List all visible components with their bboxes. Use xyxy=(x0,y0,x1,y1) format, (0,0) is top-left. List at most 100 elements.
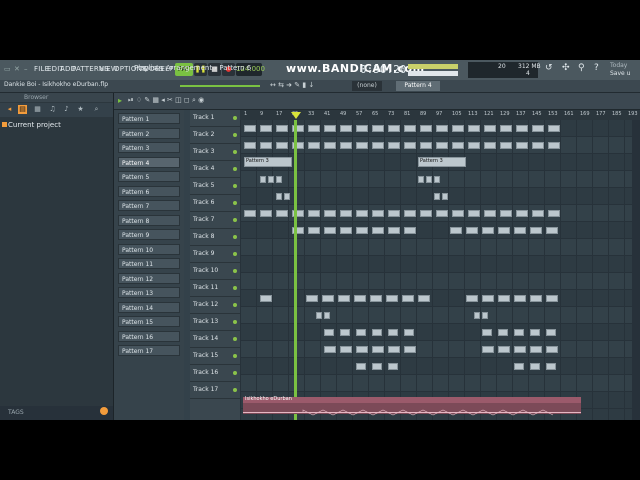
pattern-clip[interactable] xyxy=(388,346,400,353)
pattern-clip[interactable] xyxy=(324,125,336,132)
pattern-3-clip[interactable]: Pattern 3 xyxy=(418,157,466,167)
pattern-clip[interactable] xyxy=(340,227,352,234)
track-header[interactable]: Track 11 xyxy=(190,280,240,297)
pattern-clip[interactable] xyxy=(466,227,478,234)
track-lane[interactable] xyxy=(240,290,632,307)
track-mute-dot[interactable] xyxy=(233,150,237,154)
track-mute-dot[interactable] xyxy=(233,354,237,358)
playlist-grid[interactable]: Pattern 3 Pattern 3 xyxy=(240,120,632,420)
pattern-clip[interactable] xyxy=(548,142,560,149)
pattern-clip[interactable] xyxy=(260,295,272,302)
track-header[interactable]: Track 8 xyxy=(190,229,240,246)
back-icon[interactable]: ◂ xyxy=(5,105,14,114)
pattern-clip[interactable] xyxy=(324,227,336,234)
pattern-selector[interactable]: Pattern 4 xyxy=(396,81,440,91)
pattern-clip[interactable] xyxy=(402,295,414,302)
pattern-item[interactable]: Pattern 9 xyxy=(118,229,180,240)
pattern-clip[interactable] xyxy=(452,142,464,149)
pattern-item[interactable]: Pattern 12 xyxy=(118,272,180,284)
pattern-clip[interactable] xyxy=(474,312,480,319)
track-lane[interactable] xyxy=(240,341,632,358)
playhead-marker[interactable] xyxy=(291,112,301,119)
pattern-clip[interactable] xyxy=(532,210,544,217)
track-mute-dot[interactable] xyxy=(233,167,237,171)
minimize-icon[interactable]: – xyxy=(24,65,28,73)
pattern-clip[interactable] xyxy=(482,329,492,336)
pattern-clip[interactable] xyxy=(356,346,368,353)
pattern-clip[interactable] xyxy=(372,346,384,353)
pattern-clip[interactable] xyxy=(546,329,556,336)
pattern-item[interactable]: Pattern 5 xyxy=(118,171,180,182)
pattern-clip[interactable] xyxy=(372,329,382,336)
folder-icon[interactable]: ▤ xyxy=(18,105,27,114)
master-knob-area[interactable] xyxy=(134,81,164,91)
pattern-clip[interactable] xyxy=(260,210,272,217)
track-mute-dot[interactable] xyxy=(233,286,237,290)
pattern-clip[interactable] xyxy=(306,295,318,302)
track-header[interactable]: Track 16 xyxy=(190,365,240,382)
pattern-clip[interactable] xyxy=(418,295,430,302)
pattern-clip[interactable] xyxy=(260,176,266,183)
pattern-clip[interactable] xyxy=(420,210,432,217)
pattern-clip[interactable] xyxy=(340,346,352,353)
help-icon[interactable]: ? xyxy=(594,63,599,73)
plugin-icon[interactable]: ⚲ xyxy=(578,63,585,73)
pattern-clip[interactable] xyxy=(484,142,496,149)
pattern-clip[interactable] xyxy=(356,142,368,149)
pattern-clip[interactable] xyxy=(500,210,512,217)
track-mute-dot[interactable] xyxy=(233,337,237,341)
sound-icon[interactable]: ♪ xyxy=(62,105,71,114)
pattern-clip[interactable] xyxy=(434,193,440,200)
audio-clip-isikhokho[interactable]: Isikhokho eDurban xyxy=(243,396,581,416)
pattern-clip[interactable] xyxy=(532,142,544,149)
pattern-clip[interactable] xyxy=(468,142,480,149)
track-mute-dot[interactable] xyxy=(233,116,237,120)
pattern-clip[interactable] xyxy=(500,142,512,149)
pattern-clip[interactable] xyxy=(260,142,272,149)
track-lane[interactable] xyxy=(240,375,632,392)
pattern-clip[interactable] xyxy=(404,329,414,336)
pattern-clip[interactable] xyxy=(498,346,510,353)
pattern-clip[interactable] xyxy=(436,210,448,217)
track-lane[interactable] xyxy=(240,273,632,290)
pattern-clip[interactable] xyxy=(388,125,400,132)
track-mute-dot[interactable] xyxy=(233,303,237,307)
track-header[interactable]: Track 2 xyxy=(190,127,240,144)
pattern-clip[interactable] xyxy=(388,227,400,234)
pattern-clip[interactable] xyxy=(322,295,334,302)
track-header[interactable]: Track 3 xyxy=(190,144,240,161)
track-mute-dot[interactable] xyxy=(233,201,237,205)
pattern-clip[interactable] xyxy=(388,142,400,149)
track-mute-dot[interactable] xyxy=(233,320,237,324)
track-header[interactable]: Track 1 xyxy=(190,110,240,127)
track-header[interactable]: Track 4 xyxy=(190,161,240,178)
track-header[interactable]: Track 12 xyxy=(190,297,240,314)
pattern-clip[interactable] xyxy=(514,363,524,370)
pattern-clip[interactable] xyxy=(356,329,366,336)
pattern-clip[interactable] xyxy=(418,176,424,183)
pattern-clip[interactable] xyxy=(548,210,560,217)
pattern-clip[interactable] xyxy=(260,125,272,132)
pattern-clip[interactable] xyxy=(498,295,510,302)
playlist-menu-icon[interactable]: ▸ xyxy=(118,96,122,105)
track-header[interactable]: Track 17 xyxy=(190,382,240,399)
track-lane[interactable] xyxy=(240,307,632,324)
track-mute-dot[interactable] xyxy=(233,184,237,188)
pattern-item[interactable]: Pattern 1 xyxy=(118,113,180,124)
master-slider[interactable] xyxy=(180,85,260,87)
track-lane[interactable] xyxy=(240,256,632,273)
snap-select[interactable]: (none) xyxy=(352,81,382,91)
pattern-clip[interactable] xyxy=(498,227,510,234)
pattern-clip[interactable] xyxy=(420,125,432,132)
track-header[interactable]: Track 9 xyxy=(190,246,240,263)
pattern-clip[interactable] xyxy=(436,125,448,132)
pattern-clip[interactable] xyxy=(370,295,382,302)
pattern-clip[interactable] xyxy=(244,125,256,132)
pattern-clip[interactable] xyxy=(530,346,542,353)
track-mute-dot[interactable] xyxy=(233,218,237,222)
pattern-clip[interactable] xyxy=(276,142,288,149)
pattern-clip[interactable] xyxy=(276,125,288,132)
pattern-clip[interactable] xyxy=(532,125,544,132)
pattern-clip[interactable] xyxy=(386,295,398,302)
pattern-item[interactable]: Pattern 14 xyxy=(118,301,180,313)
